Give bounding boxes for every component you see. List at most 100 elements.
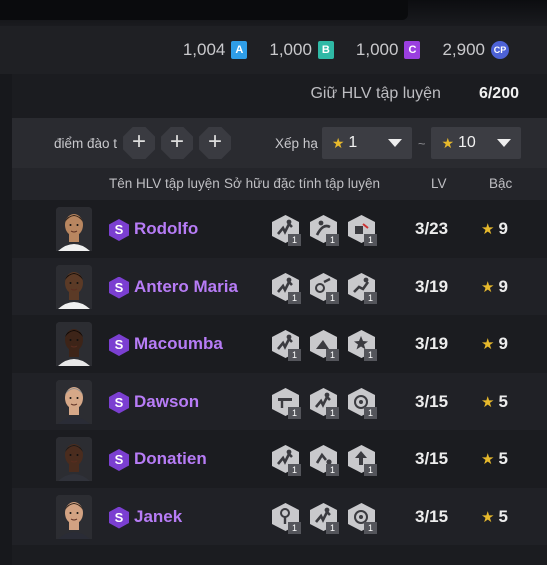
- column-rank[interactable]: Bậc: [489, 176, 512, 191]
- add-point-button-1[interactable]: +: [123, 127, 156, 159]
- coach-level: 3/19: [415, 334, 449, 353]
- jump-icon[interactable]: 1: [270, 272, 301, 304]
- table-header: Tên HLV tập luyện Sở hữu đặc tính tập lu…: [12, 168, 547, 200]
- rank-filter-label: Xếp hạ: [275, 135, 318, 151]
- arrow-up-icon[interactable]: 1: [346, 444, 377, 476]
- tackle-icon[interactable]: 1: [270, 387, 301, 419]
- coach-row[interactable]: S Donatien 1 1 1 3/15 ★ 5: [12, 430, 547, 487]
- coach-row[interactable]: S Antero Maria 1 1 1 3/19 ★ 9: [12, 257, 547, 315]
- coach-rank-value: 5: [498, 449, 508, 468]
- ball-control-icon[interactable]: 1: [346, 502, 377, 534]
- trait-level: 1: [326, 406, 339, 419]
- rank-min-value: 1: [348, 134, 358, 151]
- column-name[interactable]: Tên HLV tập luyện: [109, 176, 220, 191]
- coach-avatar: [56, 437, 92, 481]
- currency-bar: 1,004 A 1,000 B 1,000 C 2,900 CP: [0, 26, 547, 74]
- rank-max-value: 10: [458, 134, 476, 151]
- jump-icon[interactable]: 1: [270, 214, 301, 246]
- trait-level: 1: [364, 406, 377, 419]
- grade-badge: S: [109, 391, 129, 414]
- coach-level: 3/15: [415, 506, 449, 526]
- coach-panel: Giữ HLV tập luyện 6/200 điểm đào t + + +…: [12, 74, 547, 565]
- coach-name: Rodolfo: [134, 219, 199, 238]
- trait-list: 1 1 1: [270, 329, 377, 361]
- coach-avatar: [56, 207, 92, 251]
- jump-icon[interactable]: 1: [270, 329, 301, 361]
- grade-badge: S: [109, 219, 129, 241]
- trait-level: 1: [364, 464, 377, 476]
- coach-rank: ★ 5: [481, 507, 508, 527]
- trait-level: 1: [288, 291, 301, 304]
- star-icon: ★: [481, 221, 495, 238]
- coach-avatar: [56, 322, 92, 366]
- column-traits[interactable]: Sở hữu đặc tính tập luyện: [224, 176, 380, 191]
- currency-value: 2,900: [442, 40, 485, 59]
- ticket-b-icon: B: [317, 41, 334, 59]
- star-icon: ★: [481, 451, 495, 468]
- coach-rank-value: 5: [498, 391, 508, 411]
- grade-badge: S: [109, 334, 129, 356]
- currency-value: 1,000: [269, 40, 312, 59]
- currency-item: 1,004 A: [183, 40, 248, 60]
- grade-badge: S: [109, 276, 129, 299]
- shield-boot-icon[interactable]: 1: [346, 214, 377, 246]
- trait-level: 1: [326, 291, 339, 304]
- coach-level: 3/15: [415, 391, 449, 411]
- coach-name: Macoumba: [134, 334, 223, 353]
- coach-rank: ★ 9: [481, 334, 508, 354]
- trait-list: 1 1 1: [270, 214, 377, 246]
- jump-icon[interactable]: 1: [270, 444, 301, 476]
- coach-capacity: Giữ HLV tập luyện 6/200: [310, 85, 519, 103]
- coach-name: Antero Maria: [134, 276, 238, 296]
- trait-level: 1: [326, 349, 339, 361]
- currency-item: 1,000 B: [269, 40, 334, 60]
- currency-item: 2,900 CP: [442, 40, 509, 60]
- trait-level: 1: [288, 464, 301, 476]
- jump-icon[interactable]: 1: [308, 387, 339, 419]
- add-point-button-3[interactable]: +: [199, 127, 232, 159]
- currency-item: 1,000 C: [356, 40, 421, 60]
- rank-max-select[interactable]: ★ 10: [431, 127, 522, 159]
- coach-row[interactable]: S Janek 1 1 1 3/15 ★ 5: [12, 487, 547, 545]
- filter-bar: điểm đào t + + + Xếp hạ ★ 1 ~ ★ 10: [12, 118, 547, 168]
- top-bar: [0, 0, 408, 20]
- ticket-a-icon: A: [231, 41, 248, 59]
- grade-badge: S: [109, 449, 129, 471]
- coach-row[interactable]: S Macoumba 1 1 1 3/19 ★ 9: [12, 315, 547, 372]
- points-filter-label: điểm đào t: [54, 135, 118, 151]
- coach-rank-value: 9: [498, 276, 508, 296]
- star-player-icon[interactable]: 1: [346, 329, 377, 361]
- dropdown-arrow-icon: [387, 139, 402, 147]
- column-lv[interactable]: LV: [431, 176, 447, 191]
- jump-icon[interactable]: 1: [308, 502, 339, 534]
- trait-list: 1 1 1: [270, 502, 377, 534]
- grade-badge: S: [109, 506, 129, 529]
- coach-rank: ★ 5: [481, 449, 508, 469]
- trait-list: 1 1 1: [270, 444, 377, 476]
- coach-capacity-value: 6/200: [478, 85, 519, 102]
- coach-row[interactable]: S Rodolfo 1 1 1 3/23 ★ 9: [12, 200, 547, 257]
- dribble-icon[interactable]: 1: [308, 444, 339, 476]
- currency-value: 1,000: [355, 40, 399, 59]
- slide-icon[interactable]: 1: [308, 329, 339, 361]
- rank-min-select[interactable]: ★ 1: [321, 127, 412, 159]
- coach-level: 3/15: [415, 449, 449, 468]
- coach-name: Dawson: [134, 391, 200, 411]
- trait-level: 1: [364, 234, 377, 246]
- coach-rank: ★ 9: [481, 277, 508, 297]
- coach-avatar: [56, 494, 92, 539]
- ball-kick-icon[interactable]: 1: [308, 272, 339, 304]
- coach-row[interactable]: S Dawson 1 1 1 3/15 ★ 5: [12, 372, 547, 430]
- coach-capacity-label: Giữ HLV tập luyện: [310, 85, 441, 102]
- ball-control-icon[interactable]: 1: [346, 387, 377, 419]
- trait-level: 1: [288, 234, 301, 246]
- star-icon: ★: [481, 508, 495, 526]
- header-icon[interactable]: 1: [270, 502, 301, 534]
- sprint-icon[interactable]: 1: [346, 272, 377, 304]
- coach-rank: ★ 9: [481, 219, 508, 239]
- top-strip: [0, 0, 547, 26]
- twist-icon[interactable]: 1: [308, 214, 339, 246]
- trait-level: 1: [364, 291, 377, 304]
- add-point-button-2[interactable]: +: [161, 127, 194, 159]
- coach-level: 3/19: [415, 276, 449, 296]
